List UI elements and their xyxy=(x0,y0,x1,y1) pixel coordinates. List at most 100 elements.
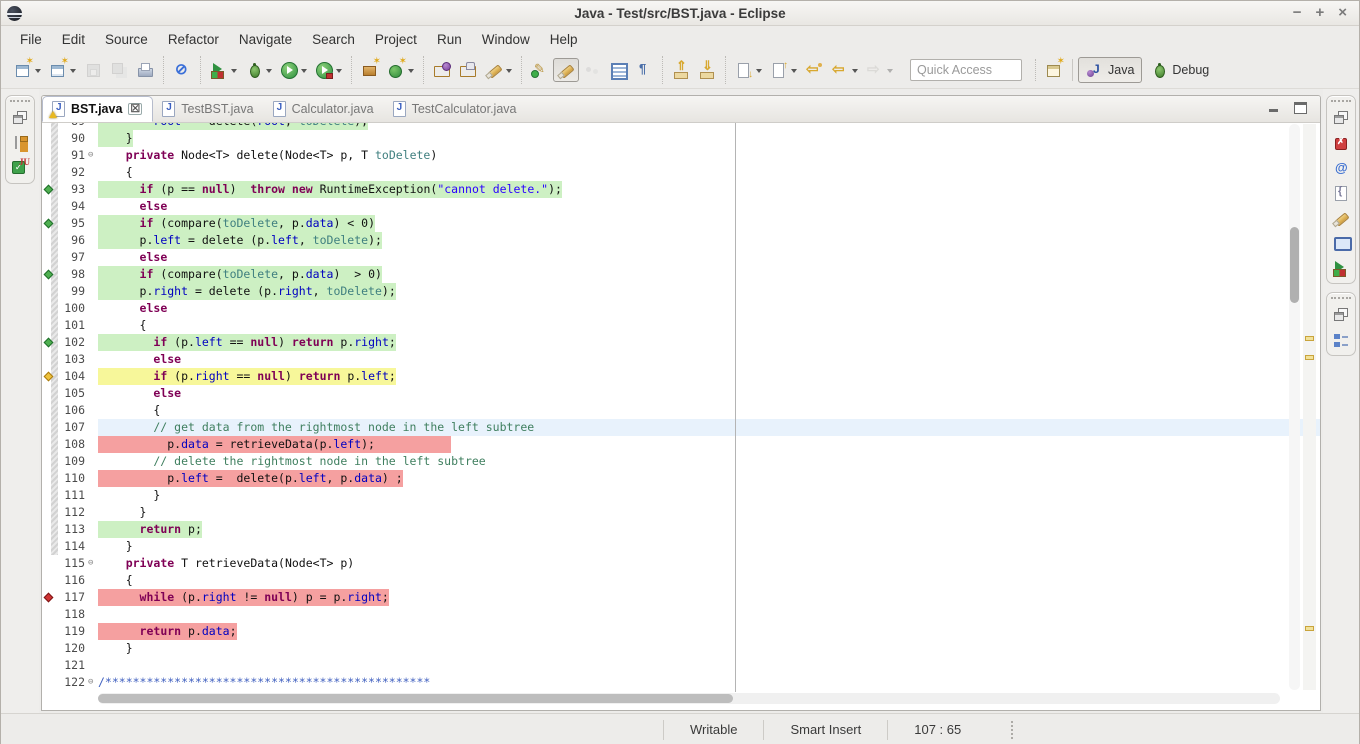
junit-view-icon[interactable] xyxy=(11,159,29,177)
menu-source[interactable]: Source xyxy=(96,29,157,50)
declaration-view-icon[interactable] xyxy=(1332,184,1350,202)
code-text[interactable]: p.data = retrieveData(p.left); xyxy=(98,436,1320,453)
line-marker-gutter[interactable] xyxy=(42,453,60,470)
editor-line-102[interactable]: 102 if (p.left == null) return p.right; xyxy=(42,334,1320,351)
close-button[interactable]: × xyxy=(1338,2,1347,24)
editor-line-115[interactable]: 115⊖ private T retrieveData(Node<T> p) xyxy=(42,555,1320,572)
editor-line-121[interactable]: 121 xyxy=(42,657,1320,674)
line-marker-gutter[interactable] xyxy=(42,164,60,181)
mark-occurrences-button[interactable] xyxy=(553,58,579,82)
editor-line-118[interactable]: 118 xyxy=(42,606,1320,623)
code-text[interactable]: } xyxy=(98,487,1320,504)
editor-line-90[interactable]: 90 } xyxy=(42,130,1320,147)
line-marker-gutter[interactable] xyxy=(42,572,60,589)
editor-line-119[interactable]: 119 return p.data; xyxy=(42,623,1320,640)
annotate-pen-button[interactable] xyxy=(481,58,516,82)
line-marker-gutter[interactable] xyxy=(42,555,60,572)
editor-line-110[interactable]: 110 p.left = delete(p.left, p.data) ; xyxy=(42,470,1320,487)
back-button[interactable] xyxy=(827,58,862,82)
code-text[interactable]: else xyxy=(98,351,1320,368)
line-marker-gutter[interactable] xyxy=(42,232,60,249)
editor-line-97[interactable]: 97 else xyxy=(42,249,1320,266)
line-marker-gutter[interactable] xyxy=(42,657,60,674)
new-java-element-button[interactable] xyxy=(45,58,80,82)
code-text[interactable]: { xyxy=(98,402,1320,419)
overview-annotation-marker[interactable] xyxy=(1305,626,1314,631)
dropdown-caret-icon[interactable] xyxy=(756,69,762,76)
code-text[interactable]: else xyxy=(98,249,1320,266)
editor-line-117[interactable]: 117 while (p.right != null) p = p.right; xyxy=(42,589,1320,606)
code-text[interactable]: else xyxy=(98,385,1320,402)
javadoc-view-icon[interactable] xyxy=(1332,159,1350,177)
dropdown-caret-icon[interactable] xyxy=(791,69,797,76)
line-marker-gutter[interactable] xyxy=(42,470,60,487)
tab-testbst-java[interactable]: TestBST.java xyxy=(153,96,263,122)
link-with-editor-button[interactable] xyxy=(579,58,605,82)
overview-annotation-marker[interactable] xyxy=(1305,336,1314,341)
collapse-selection-button[interactable] xyxy=(694,58,720,82)
new-class-button[interactable] xyxy=(383,58,418,82)
overview-annotation-marker[interactable] xyxy=(1305,355,1314,360)
dropdown-caret-icon[interactable] xyxy=(408,69,414,76)
code-text[interactable] xyxy=(98,657,1320,674)
tasks-view-icon[interactable] xyxy=(1332,209,1350,227)
save-button[interactable] xyxy=(80,58,106,82)
line-marker-gutter[interactable] xyxy=(42,266,60,283)
menu-edit[interactable]: Edit xyxy=(53,29,94,50)
overview-ruler[interactable] xyxy=(1303,124,1316,690)
back-to-last-edit-button[interactable] xyxy=(801,58,827,82)
menu-search[interactable]: Search xyxy=(303,29,364,50)
print-button[interactable] xyxy=(132,58,158,82)
maximize-editor-icon[interactable] xyxy=(1294,102,1306,113)
restore-view-icon[interactable] xyxy=(1332,109,1350,127)
line-marker-gutter[interactable] xyxy=(42,198,60,215)
editor-line-104[interactable]: 104 if (p.right == null) return p.left; xyxy=(42,368,1320,385)
red-diamond-marker-icon[interactable] xyxy=(44,593,54,603)
horizontal-scrollbar[interactable] xyxy=(98,693,1280,704)
line-marker-gutter[interactable] xyxy=(42,385,60,402)
editor-line-92[interactable]: 92 { xyxy=(42,164,1320,181)
editor-line-98[interactable]: 98 if (compare(toDelete, p.data) > 0) xyxy=(42,266,1320,283)
code-text[interactable]: if (p.left == null) return p.right; xyxy=(98,334,1320,351)
line-marker-gutter[interactable] xyxy=(42,215,60,232)
outline-view-icon[interactable] xyxy=(1332,331,1350,349)
editor-line-93[interactable]: 93 if (p == null) throw new RuntimeExcep… xyxy=(42,181,1320,198)
editor-line-112[interactable]: 112 } xyxy=(42,504,1320,521)
line-marker-gutter[interactable] xyxy=(42,589,60,606)
editor-line-103[interactable]: 103 else xyxy=(42,351,1320,368)
menu-help[interactable]: Help xyxy=(541,29,587,50)
package-explorer-icon[interactable] xyxy=(11,134,29,152)
line-marker-gutter[interactable] xyxy=(42,674,60,691)
editor-line-120[interactable]: 120 } xyxy=(42,640,1320,657)
tab-testcalculator-java[interactable]: TestCalculator.java xyxy=(384,96,527,122)
line-marker-gutter[interactable] xyxy=(42,130,60,147)
dropdown-caret-icon[interactable] xyxy=(35,69,41,76)
line-marker-gutter[interactable] xyxy=(42,504,60,521)
code-text[interactable]: { xyxy=(98,164,1320,181)
tab-bst-java[interactable]: BST.java☒ xyxy=(42,96,153,122)
tab-close-icon[interactable]: ☒ xyxy=(128,103,142,115)
vertical-scrollbar[interactable] xyxy=(1289,124,1300,690)
dropdown-caret-icon[interactable] xyxy=(70,69,76,76)
fold-collapse-icon[interactable]: ⊖ xyxy=(88,147,98,164)
code-text[interactable]: } xyxy=(98,504,1320,521)
editor-line-91[interactable]: 91⊖ private Node<T> delete(Node<T> p, T … xyxy=(42,147,1320,164)
editor-line-113[interactable]: 113 return p; xyxy=(42,521,1320,538)
new-java-project-button[interactable] xyxy=(357,58,383,82)
editor-line-99[interactable]: 99 p.right = delete (p.right, toDelete); xyxy=(42,283,1320,300)
line-marker-gutter[interactable] xyxy=(42,368,60,385)
coverage-view-icon[interactable] xyxy=(1332,259,1350,277)
quick-access-input[interactable] xyxy=(910,59,1022,81)
line-marker-gutter[interactable] xyxy=(42,606,60,623)
code-text[interactable]: return p; xyxy=(98,521,1320,538)
expand-selection-button[interactable] xyxy=(668,58,694,82)
problems-view-icon[interactable] xyxy=(1332,134,1350,152)
line-marker-gutter[interactable] xyxy=(42,181,60,198)
green-diamond-marker-icon[interactable] xyxy=(44,338,54,348)
line-marker-gutter[interactable] xyxy=(42,521,60,538)
open-task-button[interactable] xyxy=(455,58,481,82)
line-marker-gutter[interactable] xyxy=(42,147,60,164)
dropdown-caret-icon[interactable] xyxy=(231,69,237,76)
code-text[interactable]: p.left = delete(p.left, p.data) ; xyxy=(98,470,1320,487)
restore-view-icon[interactable] xyxy=(11,109,29,127)
